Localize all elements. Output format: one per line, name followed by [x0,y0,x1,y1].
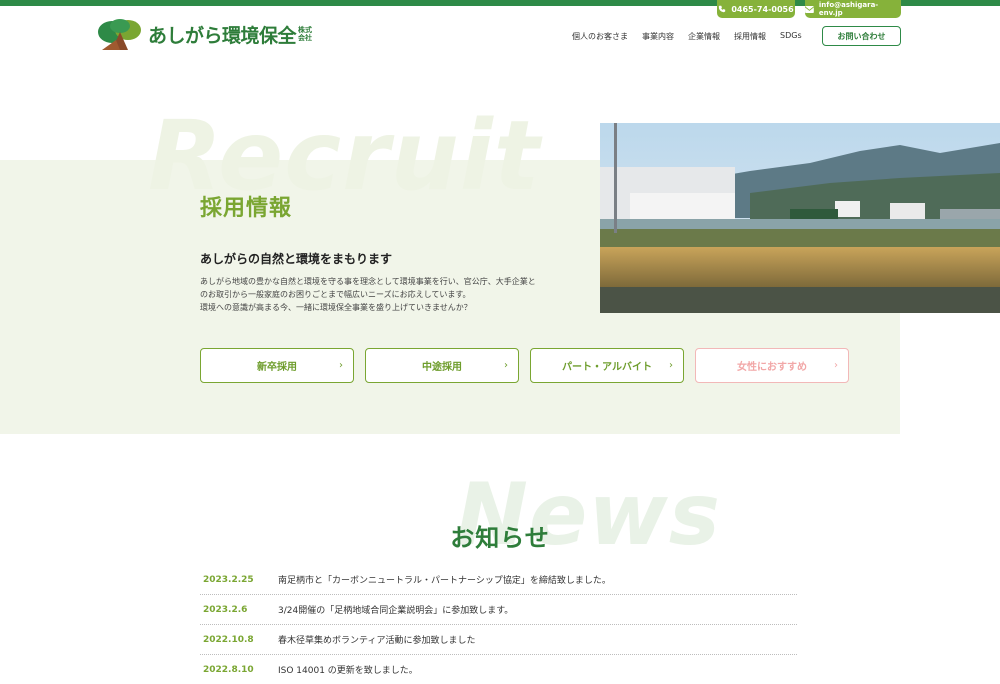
news-list: 2023.2.25 南足柄市と「カーボンニュートラル・パートナーシップ協定」を締… [200,565,797,684]
news-text: 3/24開催の「足柄地域合同企業説明会」に参加致します。 [278,606,514,616]
email-tab[interactable]: info@ashigara-env.jp [805,0,901,18]
logo-suffix-bottom: 会社 [298,34,313,42]
phone-tab[interactable]: 0465-74-0056 [717,0,795,18]
chevron-right-icon: › [834,360,838,371]
phone-number: 0465-74-0056 [731,4,794,14]
nav-item-company[interactable]: 企業情報 [688,31,720,42]
part-time-label: パート・アルバイト [562,362,652,373]
logo-tree-icon [98,19,141,50]
news-heading: お知らせ [450,524,550,552]
logo-name: あしがら環境保全 [148,24,297,47]
new-grad-label: 新卒採用 [257,362,297,373]
mid-career-button[interactable]: 中途採用 › [365,348,519,383]
phone-icon [719,5,726,13]
news-item[interactable]: 2023.2.25 南足柄市と「カーボンニュートラル・パートナーシップ協定」を締… [200,565,797,595]
email-address: info@ashigara-env.jp [818,1,879,17]
news-text: ISO 14001 の更新を致しました。 [278,666,418,676]
news-text: 南足柄市と「カーボンニュートラル・パートナーシップ協定」を締結致しました。 [278,576,611,586]
main-nav: 個人のお客さま 事業内容 企業情報 採用情報 SDGs [572,31,816,42]
hero-description-line: のお取引から一般家庭のお困りごとまで幅広いニーズにお応えしています。 [200,290,471,299]
nav-item-sdgs[interactable]: SDGs [780,31,802,42]
hero-description-line: あしがら地域の豊かな自然と環境を守る事を理念として環境事業を行い、官公庁、大手企… [200,277,536,286]
news-date: 2022.8.10 [203,664,254,675]
mail-icon [805,5,814,13]
news-date: 2022.10.8 [203,634,254,645]
news-item[interactable]: 2022.10.8 春木径草集めボランティア活動に参加致しました [200,625,797,655]
nav-item-recruit[interactable]: 採用情報 [734,31,766,42]
news-date: 2023.2.25 [203,574,254,585]
hero-description: あしがら地域の豊かな自然と環境を守る事を理念として環境事業を行い、官公庁、大手企… [200,275,560,314]
women-recommended-button[interactable]: 女性におすすめ › [695,348,849,383]
women-recommended-label: 女性におすすめ [737,362,807,373]
site-logo[interactable]: あしがら環境保全 株式 会社 [98,18,312,50]
chevron-right-icon: › [504,360,508,371]
hero-photo [600,123,1000,313]
hero-subtitle: あしがらの自然と環境をまもります [200,252,393,266]
news-item[interactable]: 2022.8.10 ISO 14001 の更新を致しました。 [200,655,797,684]
news-date: 2023.2.6 [203,604,248,615]
page-title: 採用情報 [200,196,293,221]
logo-suffix-top: 株式 [298,26,313,34]
nav-item-services[interactable]: 事業内容 [642,31,674,42]
hero-description-line: 環境への意識が高まる今、一緒に環境保全事業を盛り上げていきませんか？ [200,303,472,312]
contact-button[interactable]: お問い合わせ [822,26,901,46]
new-grad-button[interactable]: 新卒採用 › [200,348,354,383]
news-item[interactable]: 2023.2.6 3/24開催の「足柄地域合同企業説明会」に参加致します。 [200,595,797,625]
logo-suffix: 株式 会社 [298,26,312,42]
mid-career-label: 中途採用 [422,362,462,373]
news-text: 春木径草集めボランティア活動に参加致しました [278,636,476,646]
nav-item-individual[interactable]: 個人のお客さま [572,31,628,42]
part-time-button[interactable]: パート・アルバイト › [530,348,684,383]
chevron-right-icon: › [669,360,673,371]
chevron-right-icon: › [339,360,343,371]
